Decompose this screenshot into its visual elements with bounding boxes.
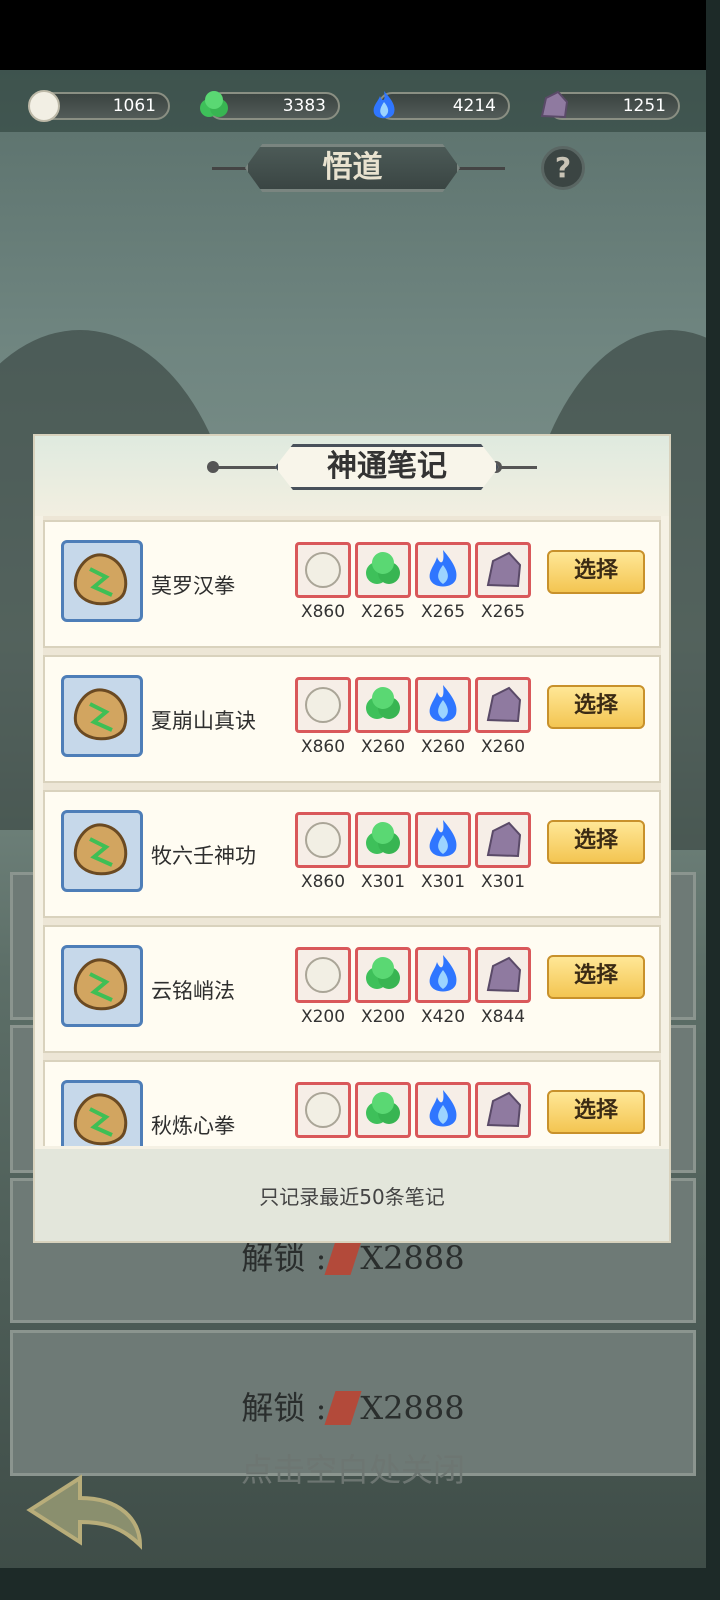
pearl-icon xyxy=(295,542,351,598)
notes-list[interactable]: 莫罗汉拳 X860 X265 X265 X265 选择 夏崩山真诀 X860 X… xyxy=(43,516,661,1146)
cost-quantity: X265 xyxy=(480,602,526,622)
red-gem-icon xyxy=(324,1390,362,1425)
title-ornament-left xyxy=(215,466,277,469)
red-gem-icon xyxy=(324,1240,362,1275)
green-jade-icon xyxy=(355,812,411,868)
green-jade-icon xyxy=(355,947,411,1003)
select-button[interactable]: 选择 xyxy=(547,685,645,729)
cost-quantity: X860 xyxy=(300,872,346,892)
purple-ore-icon xyxy=(475,542,531,598)
unlock-cost: X2888 xyxy=(360,1239,465,1277)
notes-modal: 神通笔记 莫罗汉拳 X860 X265 X265 X265 选择 夏崩山真诀 X… xyxy=(35,436,669,1241)
unlock-text: 解锁 : xyxy=(241,1389,327,1427)
blue-flame-icon xyxy=(415,947,471,1003)
cost-quantity: X200 xyxy=(360,1007,406,1027)
skill-book-icon xyxy=(61,675,143,757)
select-button[interactable]: 选择 xyxy=(547,550,645,594)
page-title: 悟道 xyxy=(245,144,460,192)
cost-quantity: X301 xyxy=(480,872,526,892)
cost-quantity: X260 xyxy=(420,737,466,757)
unlock-cost: X2888 xyxy=(360,1389,465,1427)
skill-name: 莫罗汉拳 xyxy=(151,574,235,598)
cost-quantity: X860 xyxy=(300,737,346,757)
select-button[interactable]: 选择 xyxy=(547,1090,645,1134)
list-item: 牧六壬神功 X860 X301 X301 X301 选择 xyxy=(43,790,661,918)
list-item: 秋炼心拳 选择 xyxy=(43,1060,661,1146)
cost-quantity: X260 xyxy=(480,737,526,757)
footer-note: 只记录最近50条笔记 xyxy=(259,1185,445,1209)
purple-ore-icon xyxy=(475,812,531,868)
resource-flame: 4214 xyxy=(373,91,510,120)
pearl-icon xyxy=(295,947,351,1003)
select-button[interactable]: 选择 xyxy=(547,820,645,864)
cost-quantity: X260 xyxy=(360,737,406,757)
green-jade-icon xyxy=(355,542,411,598)
skill-name: 牧六壬神功 xyxy=(151,844,256,868)
modal-title: 神通笔记 xyxy=(275,444,499,490)
resource-value: 3383 xyxy=(282,96,326,116)
green-jade-icon xyxy=(355,677,411,733)
skill-name: 夏崩山真诀 xyxy=(151,709,256,733)
green-jade-icon xyxy=(355,1082,411,1138)
skill-name: 秋炼心拳 xyxy=(151,1114,235,1138)
skill-book-icon xyxy=(61,810,143,892)
pearl-icon xyxy=(295,812,351,868)
modal-header: 神通笔记 xyxy=(35,436,669,516)
resource-pearl: 1061 xyxy=(28,90,170,122)
skill-book-icon xyxy=(61,540,143,622)
cost-quantity: X301 xyxy=(420,872,466,892)
cost-quantity: X301 xyxy=(360,872,406,892)
cost-quantity: X265 xyxy=(420,602,466,622)
unlock-label: 解锁 : X2888 xyxy=(13,1383,693,1431)
pearl-icon xyxy=(295,677,351,733)
status-bar xyxy=(0,0,706,70)
purple-ore-icon xyxy=(475,947,531,1003)
resource-value: 1061 xyxy=(112,96,156,116)
skill-name: 云铭峭法 xyxy=(151,979,235,1003)
blue-flame-icon xyxy=(415,1082,471,1138)
cost-quantity: X265 xyxy=(360,602,406,622)
heading-ornament-right xyxy=(455,167,505,170)
cost-quantity: X860 xyxy=(300,602,346,622)
purple-ore-icon xyxy=(475,677,531,733)
green-jade-icon xyxy=(200,91,228,117)
blue-flame-icon xyxy=(415,812,471,868)
cost-quantity: X200 xyxy=(300,1007,346,1027)
list-item: 云铭峭法 X200 X200 X420 X844 选择 xyxy=(43,925,661,1053)
resource-ore: 1251 xyxy=(540,90,680,120)
purple-ore-icon xyxy=(475,1082,531,1138)
cost-quantity: X420 xyxy=(420,1007,466,1027)
resource-value: 4214 xyxy=(452,96,496,116)
purple-ore-icon xyxy=(540,90,569,119)
pearl-icon xyxy=(295,1082,351,1138)
list-item: 莫罗汉拳 X860 X265 X265 X265 选择 xyxy=(43,520,661,648)
select-button[interactable]: 选择 xyxy=(547,955,645,999)
blue-flame-icon xyxy=(373,91,395,119)
skill-book-icon xyxy=(61,1080,143,1146)
modal-footer: 只记录最近50条笔记 xyxy=(35,1149,669,1241)
blue-flame-icon xyxy=(415,542,471,598)
pearl-icon xyxy=(28,90,60,122)
back-arrow-icon[interactable] xyxy=(0,1470,150,1568)
list-item: 夏崩山真诀 X860 X260 X260 X260 选择 xyxy=(43,655,661,783)
resource-value: 1251 xyxy=(622,96,666,116)
cost-quantity: X844 xyxy=(480,1007,526,1027)
title-ornament-right xyxy=(497,466,537,469)
help-button[interactable]: ? xyxy=(541,146,585,190)
resource-jade: 3383 xyxy=(200,91,340,120)
blue-flame-icon xyxy=(415,677,471,733)
skill-book-icon xyxy=(61,945,143,1027)
unlock-text: 解锁 : xyxy=(241,1239,327,1277)
